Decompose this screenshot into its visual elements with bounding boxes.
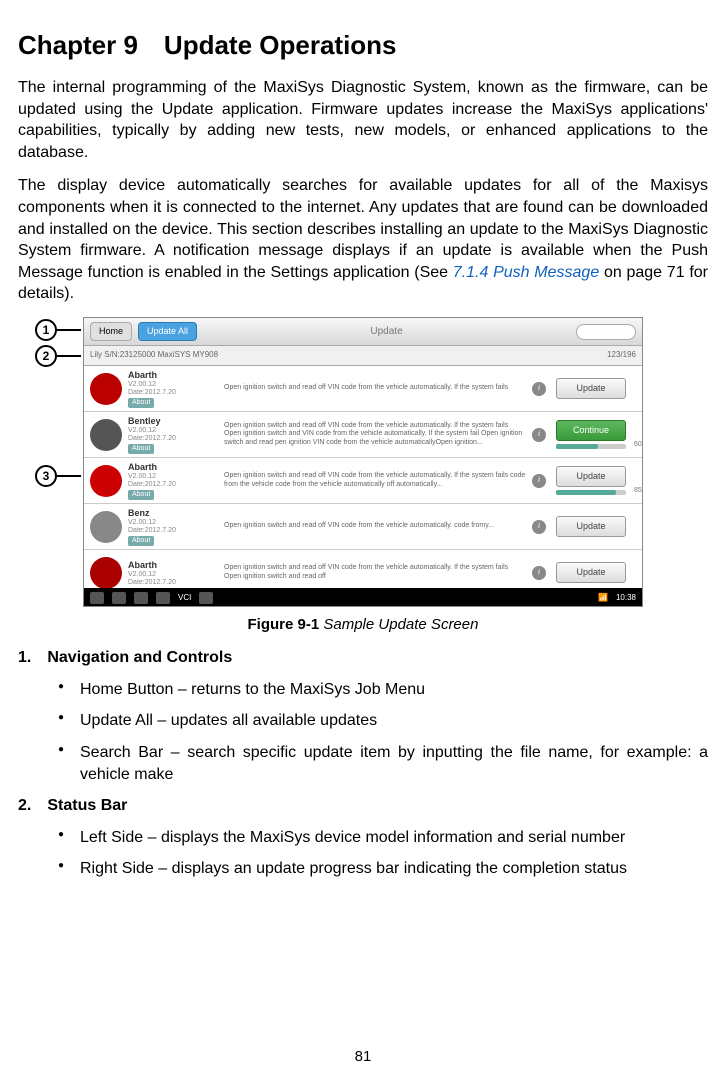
intro-paragraph-1: The internal programming of the MaxiSys … [18, 77, 708, 163]
progress-count: 123/196 [607, 350, 636, 361]
info-icon[interactable]: i [532, 428, 546, 442]
search-input[interactable] [576, 324, 636, 340]
list-item: AbarthV2.00.12Date:2012.7.20 About Open ig… [84, 366, 642, 412]
list-item: BenzV2.00.12Date:2012.7.20 About Open igni… [84, 504, 642, 550]
version-text: V2.00.12Date:2012.7.20 [128, 519, 218, 534]
item-meta: AbarthV2.00.12Date:2012.7.20 About [128, 461, 218, 500]
screen-title: Update [203, 325, 570, 339]
progress-bar: 85% [556, 490, 626, 495]
item-meta: AbarthV2.00.12Date:2012.7.20 About [128, 369, 218, 408]
version-text: V2.00.12Date:2012.7.20 [128, 381, 218, 396]
clock: 10:38 [616, 593, 636, 604]
section-1-heading: 1. Navigation and Controls [18, 647, 708, 669]
progress-bar: 60% [556, 444, 626, 449]
list-item: Search Bar – search specific update item… [58, 742, 708, 785]
version-text: V2.00.12Date:2012.7.20 [128, 473, 218, 488]
status-bar: Lily S/N:23125000 MaxiSYS MY908 123/196 [84, 346, 642, 366]
item-action: Update 85% [556, 466, 636, 494]
item-action: Update [556, 516, 636, 536]
info-icon[interactable]: i [532, 382, 546, 396]
vehicle-name: Abarth [128, 461, 218, 473]
list-item: AbarthV2.00.12Date:2012.7.20 Open ignitio… [84, 550, 642, 588]
info-icon[interactable]: i [532, 520, 546, 534]
item-description: Open ignition switch and read off VIN co… [224, 564, 526, 581]
item-meta: BentleyV2.00.12Date:2012.7.20 About [128, 415, 218, 454]
figure-number: Figure 9-1 [248, 616, 320, 633]
chapter-title: Chapter 9 Update Operations [18, 28, 708, 63]
vehicle-logo [90, 373, 122, 405]
back-icon[interactable] [90, 592, 104, 604]
callout-3: 3 [35, 465, 81, 487]
update-button[interactable]: Update [556, 378, 626, 398]
item-action: Update [556, 562, 636, 582]
about-button[interactable]: About [128, 490, 154, 499]
recent-icon[interactable] [134, 592, 148, 604]
vehicle-logo [90, 511, 122, 543]
figure-title: Sample Update Screen [319, 616, 478, 633]
vehicle-name: Abarth [128, 559, 218, 571]
item-description: Open ignition switch and read off VIN co… [224, 422, 526, 447]
list-item: Update All – updates all available updat… [58, 710, 708, 732]
intro-paragraph-2: The display device automatically searche… [18, 175, 708, 305]
sample-update-screen: Home Update All Update Lily S/N:23125000… [83, 317, 643, 607]
home-icon[interactable] [112, 592, 126, 604]
figure-container: 1 2 3 Home Update All Update Lily S/N:23… [18, 317, 708, 607]
vehicle-logo [90, 419, 122, 451]
system-icons-left: VCI [90, 592, 213, 604]
section-2-list: Left Side – displays the MaxiSys device … [58, 827, 708, 880]
system-bar: VCI 📶 10:38 [84, 588, 642, 607]
device-info: Lily S/N:23125000 MaxiSYS MY908 [90, 350, 218, 361]
section-1-list: Home Button – returns to the MaxiSys Job… [58, 679, 708, 785]
list-item: AbarthV2.00.12Date:2012.7.20 About Open ig… [84, 458, 642, 504]
list-item: BentleyV2.00.12Date:2012.7.20 About Open i… [84, 412, 642, 458]
item-meta: BenzV2.00.12Date:2012.7.20 About [128, 507, 218, 546]
home-button[interactable]: Home [90, 322, 132, 340]
update-button[interactable]: Update [556, 516, 626, 536]
figure-caption: Figure 9-1 Sample Update Screen [18, 615, 708, 635]
vehicle-name: Abarth [128, 369, 218, 381]
about-button[interactable]: About [128, 536, 154, 545]
item-description: Open ignition switch and read off VIN co… [224, 384, 526, 392]
section-2-heading: 2. Status Bar [18, 795, 708, 817]
item-meta: AbarthV2.00.12Date:2012.7.20 [128, 559, 218, 587]
update-all-button[interactable]: Update All [138, 322, 197, 340]
about-button[interactable]: About [128, 398, 154, 407]
callout-1: 1 [35, 319, 81, 341]
update-button[interactable]: Update [556, 562, 626, 582]
list-item: Left Side – displays the MaxiSys device … [58, 827, 708, 849]
system-icons-right: 📶 10:38 [598, 593, 636, 604]
item-action: Continue 60% [556, 420, 636, 448]
navigation-bar: Home Update All Update [84, 318, 642, 346]
update-list: AbarthV2.00.12Date:2012.7.20AboutOpen ig… [84, 366, 642, 588]
page-number: 81 [0, 1047, 726, 1067]
vehicle-name: Bentley [128, 415, 218, 427]
app-icon[interactable] [156, 592, 170, 604]
version-text: V2.00.12Date:2012.7.20 [128, 427, 218, 442]
version-text: V2.00.12Date:2012.7.20 [128, 571, 218, 586]
item-action: Update [556, 378, 636, 398]
push-message-link[interactable]: 7.1.4 Push Message [453, 264, 599, 281]
continue-button[interactable]: Continue [556, 420, 626, 440]
update-button[interactable]: Update [556, 466, 626, 486]
info-icon[interactable]: i [532, 566, 546, 580]
info-icon[interactable]: i [532, 474, 546, 488]
list-item: Right Side – displays an update progress… [58, 858, 708, 880]
item-description: Open ignition switch and read off VIN co… [224, 522, 526, 530]
vci-icon: VCI [178, 593, 191, 604]
vehicle-name: Benz [128, 507, 218, 519]
vehicle-logo [90, 557, 122, 589]
list-item: Home Button – returns to the MaxiSys Job… [58, 679, 708, 701]
car-icon [199, 592, 213, 604]
callout-2: 2 [35, 345, 81, 367]
vehicle-logo [90, 465, 122, 497]
item-description: Open ignition switch and read off VIN co… [224, 472, 526, 489]
about-button[interactable]: About [128, 444, 154, 453]
